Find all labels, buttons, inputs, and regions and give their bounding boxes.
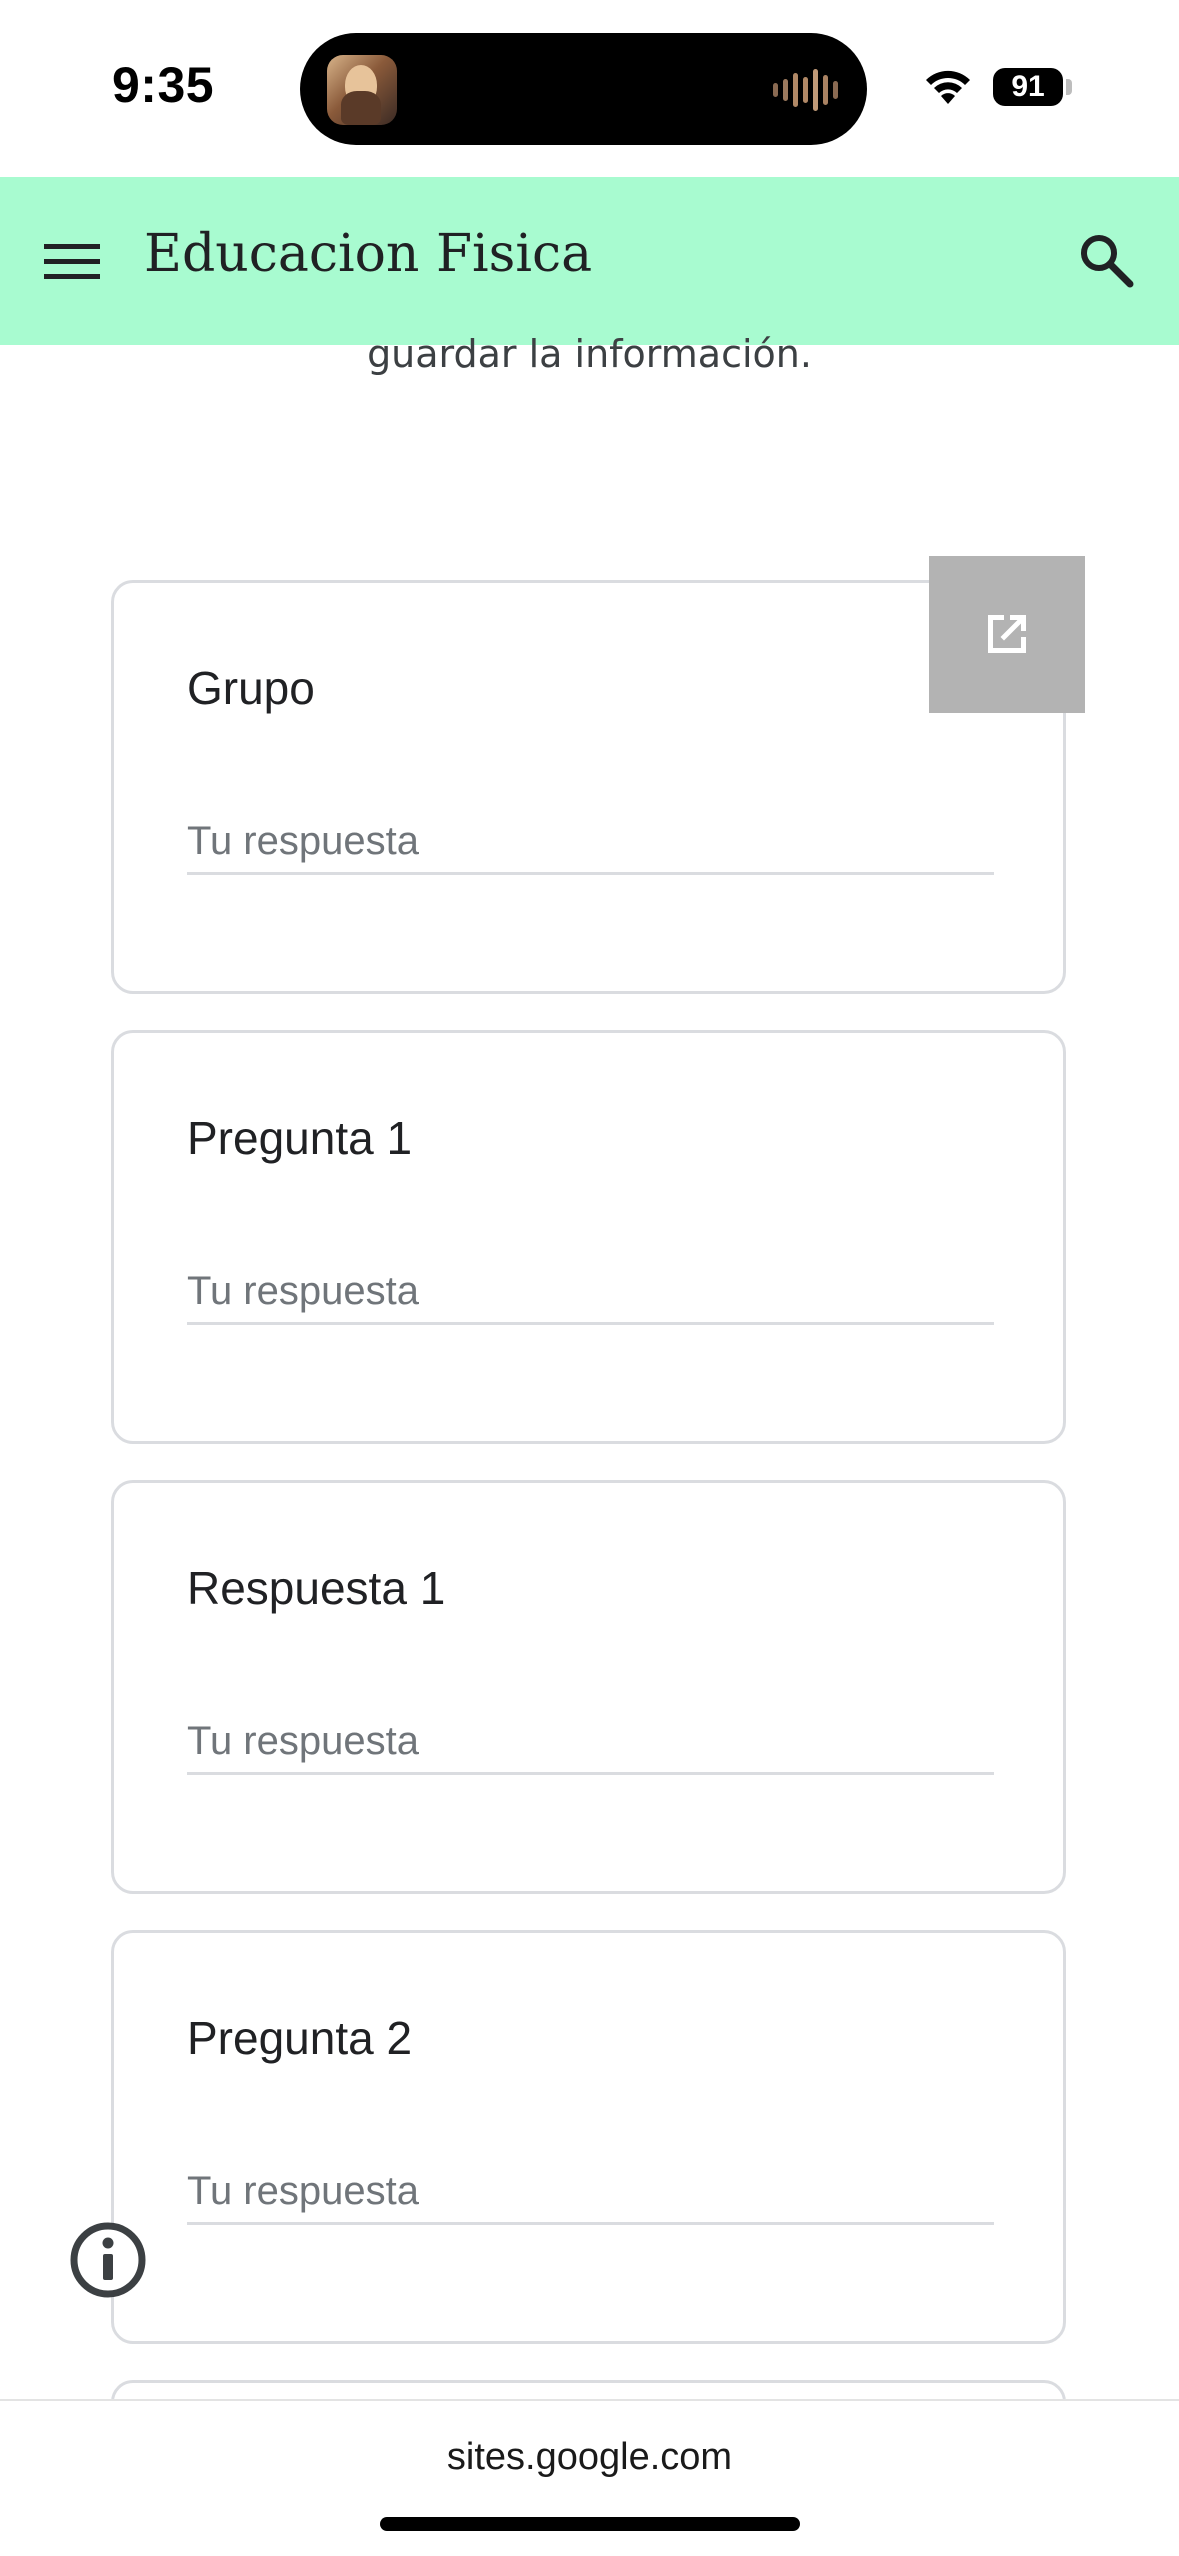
audio-wave-icon — [773, 69, 838, 111]
status-bar: 9:35 91 — [0, 0, 1179, 177]
status-time: 9:35 — [112, 57, 215, 113]
open-in-new-button[interactable] — [929, 556, 1085, 713]
question-card-pregunta-1: Pregunta 1 — [111, 1030, 1066, 1444]
question-card-grupo: Grupo — [111, 580, 1066, 994]
battery-icon: 91 — [993, 68, 1063, 106]
answer-input-pregunta-2[interactable] — [187, 2161, 994, 2225]
site-title[interactable]: Educacion Fisica — [144, 224, 592, 284]
question-title: Pregunta 1 — [187, 1112, 413, 1164]
answer-input-grupo[interactable] — [187, 811, 994, 875]
home-indicator[interactable] — [380, 2517, 800, 2531]
dynamic-island[interactable] — [300, 33, 867, 145]
url-label[interactable]: sites.google.com — [0, 2436, 1179, 2479]
question-card-pregunta-2: Pregunta 2 — [111, 1930, 1066, 2344]
answer-input-respuesta-1[interactable] — [187, 1711, 994, 1775]
question-card-respuesta-1: Respuesta 1 — [111, 1480, 1066, 1894]
menu-icon[interactable] — [42, 240, 102, 284]
open-in-new-icon — [988, 615, 1026, 653]
battery-tip — [1066, 79, 1072, 95]
battery-level: 91 — [1011, 70, 1045, 103]
question-title: Grupo — [187, 662, 315, 714]
question-title: Respuesta 1 — [187, 1562, 446, 1614]
answer-input-pregunta-1[interactable] — [187, 1261, 994, 1325]
form-description-fragment: guardar la información. — [367, 332, 812, 376]
wifi-icon — [926, 70, 970, 104]
question-title: Pregunta 2 — [187, 2012, 413, 2064]
now-playing-artwork — [327, 55, 397, 125]
info-icon[interactable] — [68, 2220, 148, 2300]
search-icon[interactable] — [1076, 230, 1136, 290]
